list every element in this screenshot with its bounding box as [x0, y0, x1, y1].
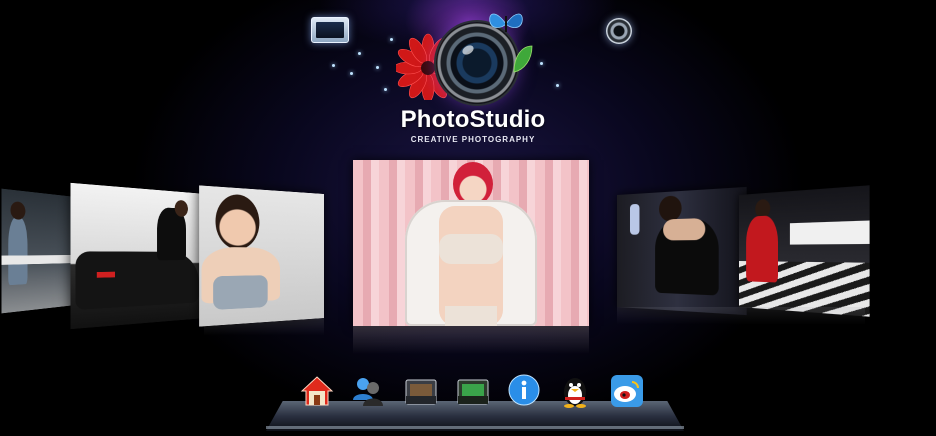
headlight-shape [97, 272, 115, 278]
dock-qq-button[interactable] [557, 373, 593, 409]
featured-reflection [353, 326, 589, 354]
dock-weibo-button[interactable] [609, 373, 645, 409]
lamp-shape [630, 204, 639, 235]
home-icon [300, 374, 334, 408]
right-reflection [617, 307, 865, 325]
carousel-photo-left-3[interactable] [2, 189, 76, 314]
top-garment [439, 234, 503, 264]
dock-info-button[interactable] [506, 373, 542, 409]
dock-gallery-button[interactable] [403, 373, 439, 409]
info-icon [507, 374, 541, 408]
carousel-photo-left-2[interactable] [71, 183, 206, 329]
butterfly-icon [486, 6, 526, 40]
model-figure [746, 215, 778, 282]
model-figure [8, 217, 27, 285]
sofa-shape [790, 220, 870, 244]
model-head [175, 200, 188, 217]
qq-penguin-icon [558, 374, 592, 408]
carousel-photo-right-1[interactable] [617, 187, 747, 315]
monitor-icon[interactable] [311, 17, 349, 43]
carousel-photo-left-1[interactable] [199, 185, 324, 326]
left-reflection [204, 318, 324, 336]
carousel-photo-featured[interactable] [353, 160, 589, 326]
sparkle [556, 84, 559, 87]
weibo-icon [610, 374, 644, 408]
top-garment [213, 275, 268, 310]
brand-title: PhotoStudio [368, 106, 578, 134]
sparkle [376, 66, 379, 69]
model-head [10, 201, 25, 220]
users-icon [351, 374, 385, 408]
dock-gallery-green-button[interactable] [455, 373, 491, 409]
photo-folder-icon [404, 374, 438, 408]
sparkle [358, 52, 361, 55]
app-stage: PhotoStudio CREATIVE PHOTOGRAPHY [0, 0, 936, 436]
speaker-icon[interactable] [606, 18, 632, 44]
photo-folder-green-icon [456, 374, 490, 408]
sparkle [384, 88, 387, 91]
sparkle [350, 72, 353, 75]
leaf-icon [512, 44, 534, 74]
dock-shelf-edge [266, 426, 684, 429]
sparkle [390, 38, 393, 41]
skin-shape [663, 218, 705, 240]
brand-subtitle: CREATIVE PHOTOGRAPHY [368, 135, 578, 144]
dock-users-button[interactable] [350, 373, 386, 409]
bottom-garment [445, 306, 497, 326]
carousel-photo-right-2[interactable] [739, 185, 870, 316]
sparkle [332, 64, 335, 67]
dock-home-button[interactable] [299, 373, 335, 409]
sparkle [540, 62, 543, 65]
